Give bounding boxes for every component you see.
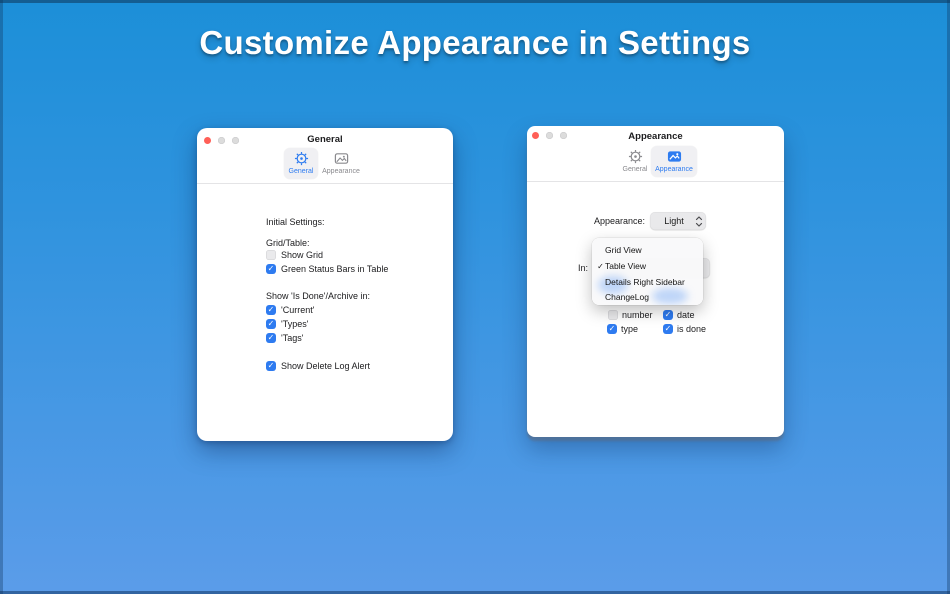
- toolbar-divider: [527, 181, 784, 182]
- checkbox-number-label[interactable]: number: [622, 310, 653, 320]
- checkbox-show-grid[interactable]: [266, 250, 276, 260]
- check-icon: ✓: [266, 333, 276, 343]
- checkbox-type[interactable]: ✓: [607, 324, 617, 334]
- menu-item-changelog[interactable]: ChangeLog: [592, 290, 703, 305]
- tab-general-label: General: [284, 168, 318, 175]
- promo-background: Customize Appearance in Settings General…: [0, 0, 950, 594]
- checkbox-show-grid-label[interactable]: Show Grid: [281, 250, 323, 260]
- check-icon: ✓: [596, 259, 605, 274]
- in-row-label: In:: [578, 263, 588, 273]
- checkbox-current[interactable]: ✓: [266, 305, 276, 315]
- appearance-popup-button[interactable]: Light: [650, 212, 706, 230]
- general-settings-window: General General Appearance Initial Setti…: [197, 128, 453, 441]
- checkbox-types[interactable]: ✓: [266, 319, 276, 329]
- check-icon: ✓: [663, 324, 673, 334]
- checkbox-green-status-label[interactable]: Green Status Bars in Table: [281, 264, 388, 274]
- menu-item-details-right-sidebar[interactable]: Details Right Sidebar: [592, 275, 703, 290]
- heading-show-done: Show 'Is Done'/Archive in:: [266, 291, 370, 301]
- checkbox-date-label[interactable]: date: [677, 310, 695, 320]
- tab-general[interactable]: General: [284, 148, 318, 179]
- toolbar-divider: [197, 183, 453, 184]
- tab-general[interactable]: General: [618, 146, 652, 177]
- check-icon: ✓: [266, 305, 276, 315]
- checkbox-types-label[interactable]: 'Types': [281, 319, 308, 329]
- check-icon: ✓: [266, 319, 276, 329]
- checkbox-tags[interactable]: ✓: [266, 333, 276, 343]
- view-dropdown-menu: Grid View ✓ Table View Details Right Sid…: [592, 238, 703, 305]
- checkbox-type-label[interactable]: type: [621, 324, 638, 334]
- checkbox-is-done[interactable]: ✓: [663, 324, 673, 334]
- tab-appearance[interactable]: Appearance: [320, 148, 362, 179]
- appearance-settings-window: Appearance General Appearance Appearance…: [527, 126, 784, 437]
- menu-item-table-view[interactable]: ✓ Table View: [592, 259, 703, 274]
- appearance-row-label: Appearance:: [527, 216, 645, 226]
- dark-edge-frame: [0, 0, 950, 594]
- menu-item-grid-view[interactable]: Grid View: [592, 243, 703, 258]
- checkbox-date[interactable]: ✓: [663, 310, 673, 320]
- checkbox-number[interactable]: [608, 310, 618, 320]
- check-icon: ✓: [266, 264, 276, 274]
- page-title: Customize Appearance in Settings: [0, 24, 950, 62]
- tab-appearance-label: Appearance: [320, 168, 362, 175]
- tab-appearance-label: Appearance: [651, 166, 697, 173]
- window-title: General: [197, 134, 453, 145]
- stepper-icon: [695, 216, 703, 227]
- checkbox-delete-log-alert-label[interactable]: Show Delete Log Alert: [281, 361, 370, 371]
- checkbox-green-status[interactable]: ✓: [266, 264, 276, 274]
- checkbox-is-done-label[interactable]: is done: [677, 324, 706, 334]
- checkbox-tags-label[interactable]: 'Tags': [281, 333, 303, 343]
- image-icon: [320, 151, 362, 166]
- gear-icon: [284, 151, 318, 166]
- checkbox-delete-log-alert[interactable]: ✓: [266, 361, 276, 371]
- gear-icon: [618, 149, 652, 164]
- heading-initial-settings: Initial Settings:: [266, 217, 325, 227]
- heading-grid-table: Grid/Table:: [266, 238, 310, 248]
- tab-general-label: General: [618, 166, 652, 173]
- check-icon: ✓: [266, 361, 276, 371]
- check-icon: ✓: [663, 310, 673, 320]
- tab-appearance[interactable]: Appearance: [651, 146, 697, 177]
- image-icon: [651, 149, 697, 164]
- window-title: Appearance: [527, 131, 784, 142]
- check-icon: ✓: [607, 324, 617, 334]
- checkbox-current-label[interactable]: 'Current': [281, 305, 314, 315]
- appearance-popup-value: Light: [650, 212, 698, 230]
